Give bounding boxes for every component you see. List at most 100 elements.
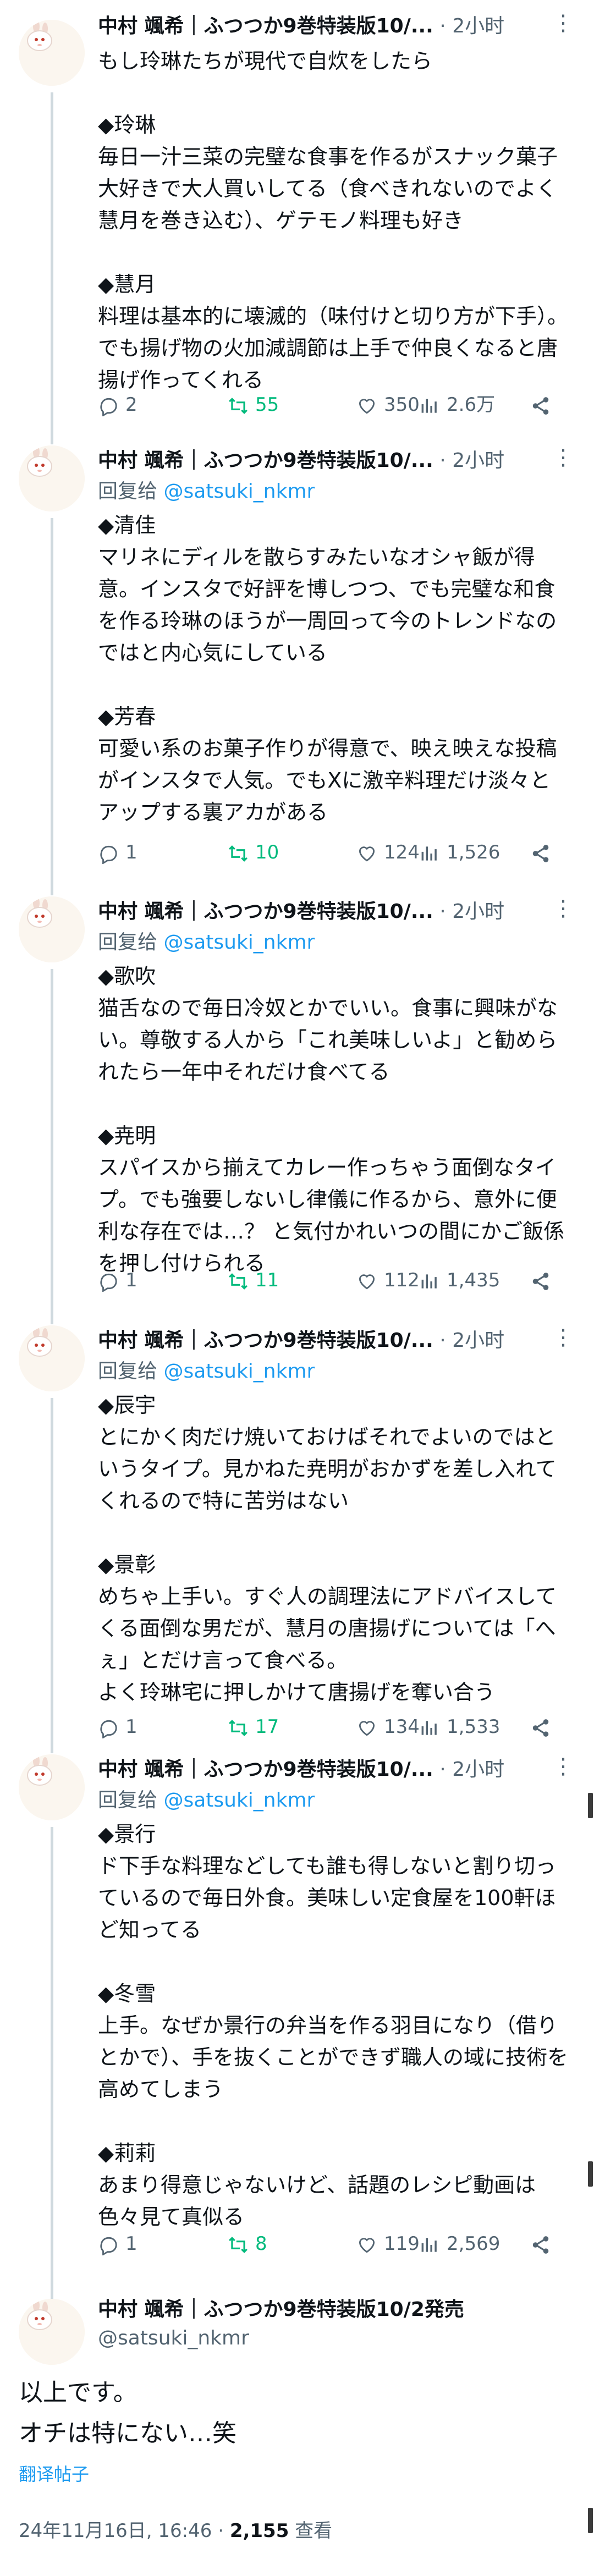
share-icon [532,844,549,862]
retweet-icon [229,1719,248,1736]
retweet-button[interactable]: 17 [228,1710,279,1743]
like-button[interactable]: 112 [356,1264,420,1297]
reply-button[interactable]: 1 [98,836,138,869]
timestamp[interactable]: 2小时 [452,15,504,37]
reply-handle-link[interactable]: @satsuki_nkmr [163,1360,315,1383]
share-button[interactable] [530,1264,558,1297]
retweet-count: 17 [255,1716,279,1738]
separator: · [433,900,453,923]
like-button[interactable]: 350 [356,388,420,421]
reply-button[interactable]: 1 [98,1264,138,1297]
thread-line [51,885,53,895]
author-handle[interactable]: @satsuki_nkmr [98,2323,249,2354]
avatar[interactable] [19,1325,85,1391]
more-icon[interactable]: ⋮ [552,12,574,34]
reply-icon [100,1273,117,1292]
timestamp[interactable]: 2小时 [452,1758,504,1781]
reply-handle-link[interactable]: @satsuki_nkmr [163,1789,315,1812]
share-icon [532,397,549,415]
avatar[interactable] [19,445,85,511]
avatar-rabbit-icon [19,1325,85,1391]
retweet-count: 8 [255,2233,267,2255]
reply-handle-link[interactable]: @satsuki_nkmr [163,931,315,954]
more-icon[interactable]: ⋮ [552,447,574,469]
tweet[interactable]: 中村 颯希｜ふつつか9巻特装版10/... · 2小时 ⋮ 回复给 @satsu… [0,434,594,885]
retweet-button[interactable]: 11 [228,1264,279,1297]
avatar[interactable] [19,20,85,86]
author-full-name[interactable]: 中村 颯希｜ふつつか9巻特装版10/2発売 [98,2294,464,2325]
views-count: 1,526 [447,841,501,863]
author-name[interactable]: 中村 颯希｜ふつつか9巻特装版10/... [98,1758,433,1781]
tweet-header: 中村 颯希｜ふつつか9巻特装版10/... · 2小时 [98,1754,560,1785]
author-name[interactable]: 中村 颯希｜ふつつか9巻特装版10/... [98,15,433,37]
timestamp[interactable]: 2小时 [452,900,504,923]
tweet[interactable]: 中村 颯希｜ふつつか9巻特装版10/... · 2小时 ⋮ 回复给 @satsu… [0,885,594,1314]
tweet-text: ◆景行 ド下手な料理などしても誰も得しないと割り切っているので毎日外食。美味しい… [98,1822,569,2229]
share-button[interactable] [530,836,558,869]
tweet-timestamp[interactable]: 24年11月16日, 16:46 [19,2520,212,2542]
reply-count: 2 [125,394,138,416]
views-icon [421,2237,437,2252]
author-name[interactable]: 中村 颯希｜ふつつか9巻特装版10/... [98,1329,433,1352]
avatar[interactable] [19,896,85,962]
more-icon[interactable]: ⋮ [552,1326,574,1348]
separator: · [433,449,453,472]
timestamp[interactable]: 2小时 [452,1329,504,1352]
tweet-text: 以上です。 オチは特にない…笑 [19,2379,237,2447]
retweet-count: 55 [255,394,279,416]
avatar-rabbit-icon [19,20,85,86]
reply-count: 1 [125,1269,138,1291]
scrollbar-thumb[interactable] [588,1793,593,1818]
avatar[interactable] [19,2299,85,2365]
retweet-button[interactable]: 10 [228,836,279,869]
like-count: 350 [384,394,420,416]
share-icon [532,1719,549,1737]
separator: · [433,15,453,37]
share-button[interactable] [530,388,558,421]
scrollbar-thumb[interactable] [588,2508,593,2533]
like-icon [359,2237,375,2253]
author-name[interactable]: 中村 颯希｜ふつつか9巻特装版10/... [98,900,433,923]
tweet-header: 中村 颯希｜ふつつか9巻特装版10/... · 2小时 [98,1325,560,1356]
tweet[interactable]: 中村 颯希｜ふつつか9巻特装版10/... · 2小时 ⋮ 回复给 @satsu… [0,1743,594,2256]
like-button[interactable]: 124 [356,836,420,869]
views-count: 2,569 [447,2233,501,2255]
retweet-icon [229,1273,248,1290]
timestamp[interactable]: 2小时 [452,449,504,472]
like-button[interactable]: 134 [356,1710,420,1743]
scrollbar-thumb[interactable] [588,2161,593,2187]
avatar[interactable] [19,1754,85,1820]
views-count: 1,435 [447,1269,501,1291]
reply-handle-link[interactable]: @satsuki_nkmr [163,480,315,503]
tweet-text: ◆辰宇 とにかく肉だけ焼いておけばそれでよいのではというタイプ。見かねた尭明がお… [98,1393,557,1704]
translate-link[interactable]: 翻译帖子 [19,2461,89,2488]
tweet-header: 中村 颯希｜ふつつか9巻特装版10/... · 2小时 [98,11,560,42]
reply-icon [100,2237,117,2256]
thread-line [51,518,53,885]
retweet-icon [229,845,248,862]
separator: · [212,2520,230,2542]
like-icon [359,846,375,861]
reply-button[interactable]: 1 [98,1710,138,1743]
views-count: 2,155 [229,2520,289,2542]
retweet-button[interactable]: 55 [228,388,279,421]
views-button[interactable]: 1,533 [419,1710,500,1743]
retweet-icon [229,397,248,414]
more-icon[interactable]: ⋮ [552,1755,574,1777]
avatar-rabbit-icon [19,2299,85,2365]
tweet[interactable]: 中村 颯希｜ふつつか9巻特装版10/... · 2小时 ⋮ 回复给 @satsu… [0,1314,594,1743]
views-button[interactable]: 1,435 [419,1264,500,1297]
reply-prefix: 回复给 [98,1360,164,1383]
views-button[interactable]: 1,526 [419,836,500,869]
share-button[interactable] [530,1710,558,1743]
author-name[interactable]: 中村 颯希｜ふつつか9巻特装版10/... [98,449,433,472]
reply-button[interactable]: 2 [98,388,138,421]
more-icon[interactable]: ⋮ [552,898,574,920]
reply-prefix: 回复给 [98,1789,164,1812]
share-icon [532,1272,549,1290]
tweet[interactable]: 中村 颯希｜ふつつか9巻特装版10/... · 2小时 ⋮ もし玲琳たちが現代で… [0,0,594,444]
views-button[interactable]: 2.6万 [419,388,495,421]
tweet-header: 中村 颯希｜ふつつか9巻特装版10/... · 2小时 [98,445,560,476]
tweet-header: 中村 颯希｜ふつつか9巻特装版10/... · 2小时 [98,896,560,927]
reply-icon [100,398,117,417]
